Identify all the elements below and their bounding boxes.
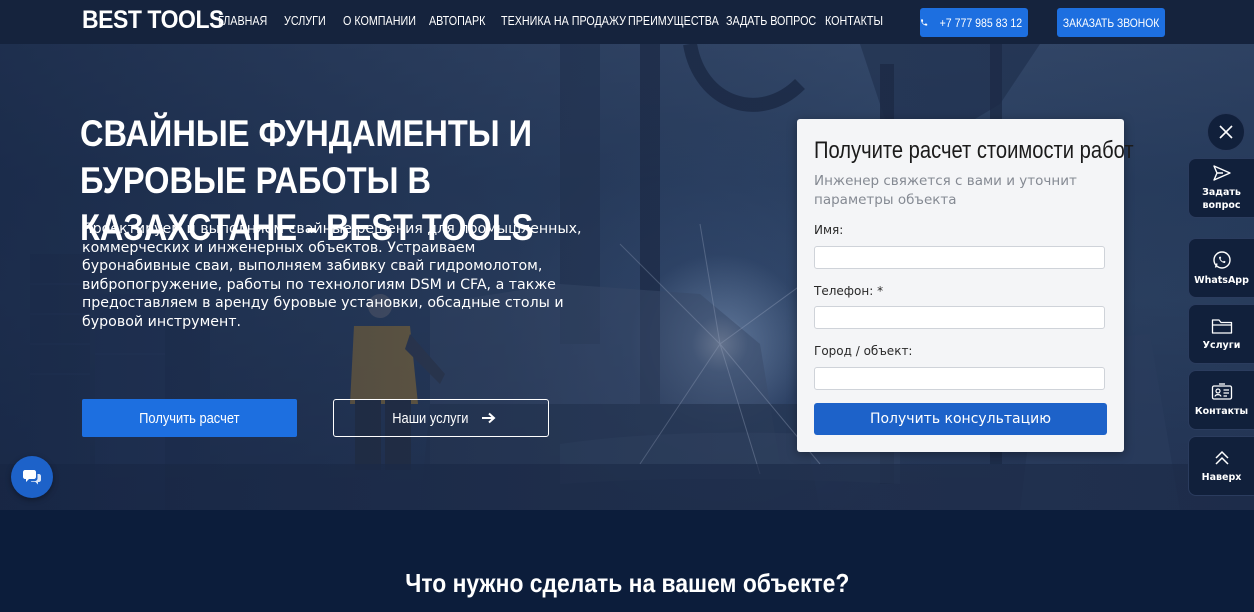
order-call-label: ЗАКАЗАТЬ ЗВОНОК: [1062, 15, 1160, 30]
section-title-text: Что нужно сделать на вашем объекте?: [404, 568, 850, 598]
phone-number: +7 777 985 83 12: [939, 15, 1023, 30]
sidebar-item-contacts[interactable]: Контакты: [1188, 370, 1254, 430]
sidebar-item-label: Задать вопрос: [1202, 187, 1241, 211]
sidebar-item-label: Контакты: [1194, 405, 1249, 417]
name-input[interactable]: [814, 246, 1105, 269]
phone-icon: [921, 19, 928, 26]
our-services-button[interactable]: Наши услуги: [333, 399, 549, 437]
get-quote-button[interactable]: Получить расчет: [82, 399, 297, 437]
get-quote-label: Получить расчет: [139, 409, 240, 427]
section-title: Что нужно сделать на вашем объекте?: [0, 568, 1254, 599]
nav-item-sale[interactable]: ТЕХНИКА НА ПРОДАЖУ: [501, 14, 626, 28]
sidebar-item-services[interactable]: Услуги: [1188, 304, 1254, 364]
nav-item-home[interactable]: ГЛАВНАЯ: [218, 14, 267, 28]
city-object-label: Город / объект:: [814, 344, 913, 358]
whatsapp-icon: [1212, 250, 1231, 269]
sidebar-item-label: WhatsApp: [1194, 274, 1249, 286]
services-section: Что нужно сделать на вашем объекте?: [0, 510, 1254, 612]
sidebar-item-top[interactable]: Наверх: [1188, 436, 1254, 496]
nav-item-advantages[interactable]: ПРЕИМУЩЕСТВА: [628, 14, 719, 28]
name-label: Имя:: [814, 223, 844, 237]
phone-label: Телефон: *: [814, 284, 884, 298]
consultation-submit-button[interactable]: Получить консультацию: [814, 403, 1107, 435]
send-icon: [1212, 165, 1231, 181]
sidebar-item-ask[interactable]: Задать вопрос: [1188, 158, 1254, 218]
quote-form-card: Получите расчет стоимости работ Инженер …: [797, 119, 1134, 452]
chevrons-up-icon: [1214, 450, 1229, 465]
sidebar-item-whatsapp[interactable]: WhatsApp: [1188, 238, 1254, 298]
sidebar-item-label: Услуги: [1202, 339, 1241, 351]
site-header: BEST TOOLS ГЛАВНАЯ УСЛУГИ О КОМПАНИИ АВТ…: [0, 0, 1254, 44]
arrow-right-icon: [482, 412, 496, 424]
form-title: Получите расчет стоимости работ: [814, 137, 1134, 164]
form-subtitle: Инженер свяжется с вами и уточнит параме…: [814, 173, 1077, 208]
nav-item-contacts[interactable]: КОНТАКТЫ: [825, 14, 883, 28]
our-services-label: Наши услуги: [391, 409, 469, 427]
contact-card-icon: [1211, 382, 1232, 400]
chat-bubbles-icon: [23, 470, 41, 485]
phone-input[interactable]: [814, 306, 1105, 329]
nav-item-ask[interactable]: ЗАДАТЬ ВОПРОС: [726, 14, 816, 28]
phone-button[interactable]: +7 777 985 83 12: [920, 8, 1028, 37]
sidebar-close-button[interactable]: [1207, 113, 1245, 151]
nav-item-about[interactable]: О КОМПАНИИ: [343, 14, 416, 28]
nav-item-services[interactable]: УСЛУГИ: [284, 14, 326, 28]
nav-item-fleet[interactable]: АВТОПАРК: [429, 14, 485, 28]
hero-description: Проектируем и выполняем свайные решения …: [82, 221, 582, 330]
folder-icon: [1211, 318, 1232, 334]
sidebar-item-label: Наверх: [1201, 471, 1242, 483]
logo[interactable]: BEST TOOLS: [82, 6, 224, 35]
chat-widget-button[interactable]: [11, 456, 53, 498]
order-call-button[interactable]: ЗАКАЗАТЬ ЗВОНОК: [1057, 8, 1165, 37]
close-icon: [1219, 125, 1233, 139]
city-object-input[interactable]: [814, 367, 1105, 390]
